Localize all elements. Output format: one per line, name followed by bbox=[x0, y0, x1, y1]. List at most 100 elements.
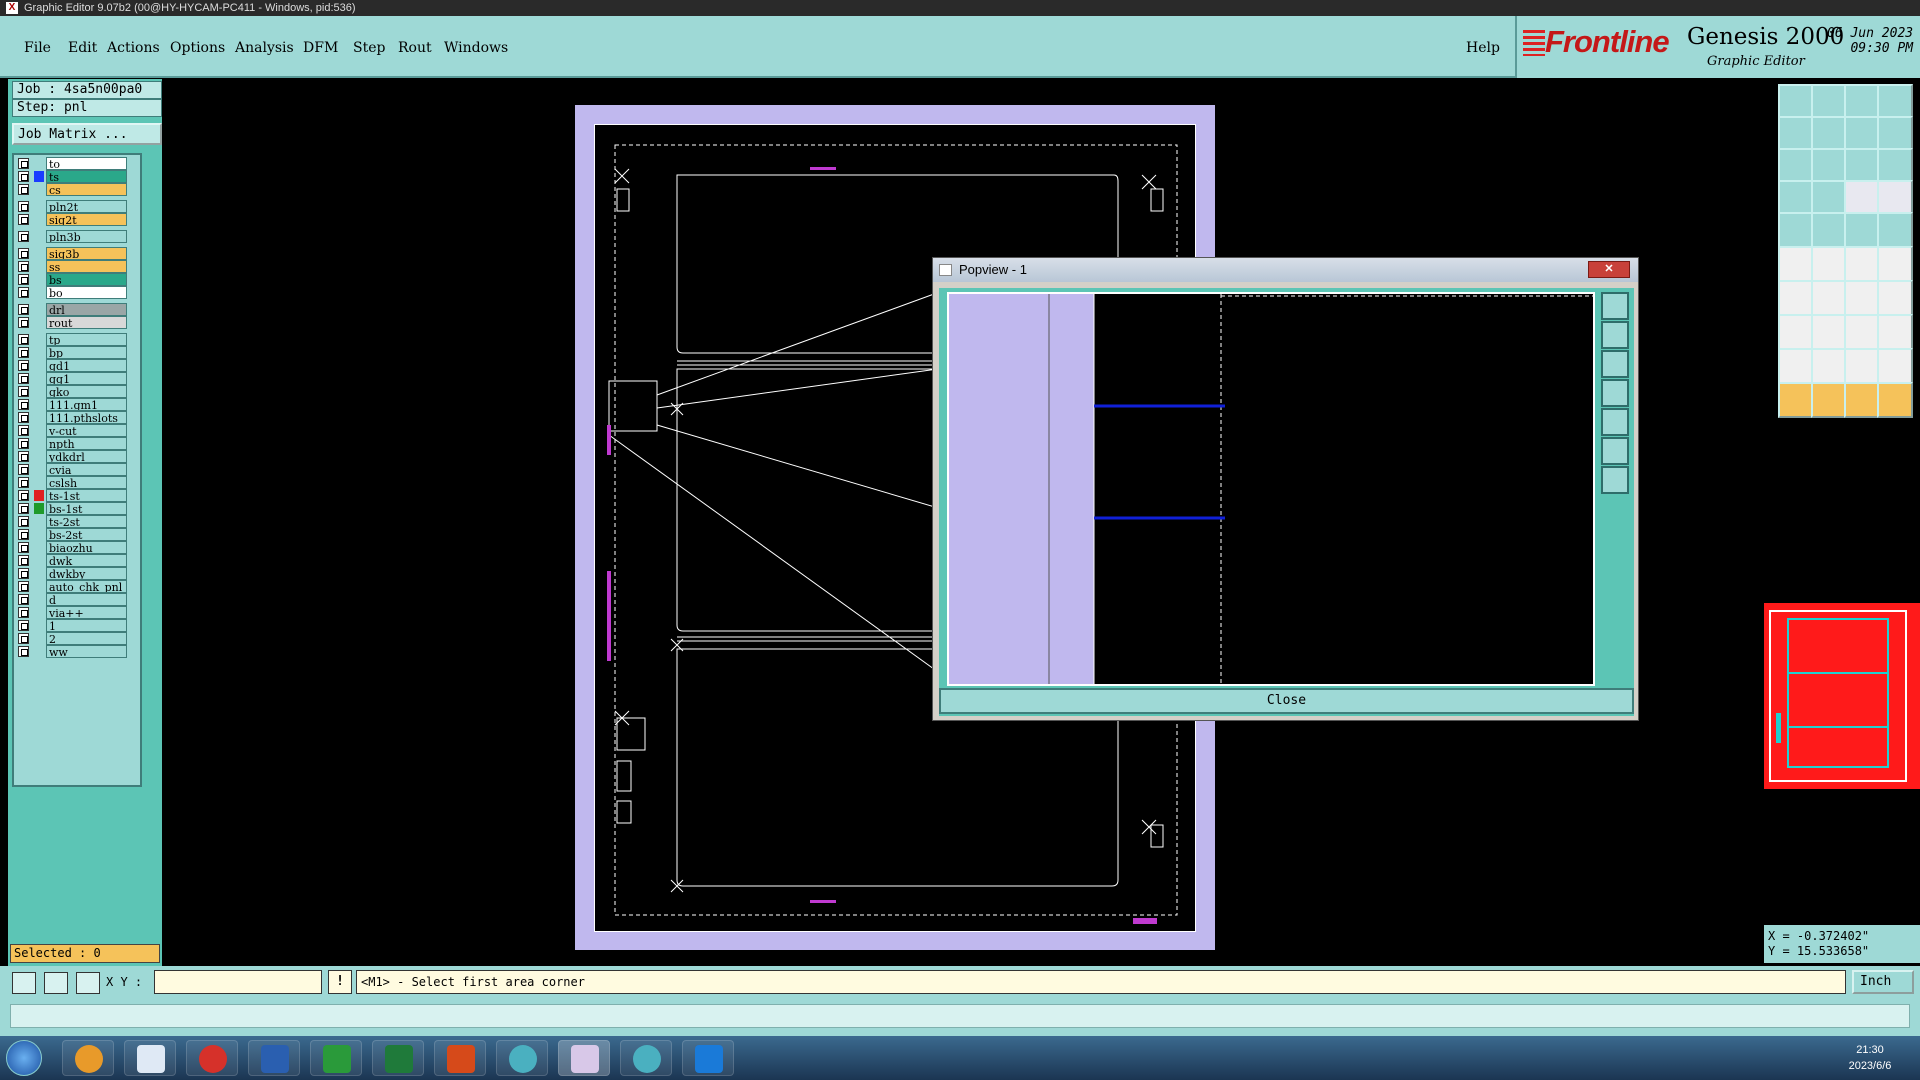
layer-name[interactable]: cslsh bbox=[46, 476, 127, 489]
layer-name[interactable]: cs bbox=[46, 183, 127, 196]
layer-name[interactable]: gko bbox=[46, 385, 127, 398]
poly2-icon[interactable] bbox=[1844, 348, 1880, 384]
layer-checkbox[interactable] bbox=[18, 581, 29, 592]
poly-icon[interactable] bbox=[1811, 348, 1847, 384]
open-step-icon[interactable] bbox=[1778, 84, 1814, 120]
poly3-icon[interactable] bbox=[1877, 348, 1913, 384]
layer-checkbox[interactable] bbox=[18, 386, 29, 397]
dot-icon[interactable] bbox=[1877, 212, 1913, 248]
layer-checkbox[interactable] bbox=[18, 360, 29, 371]
home-icon[interactable] bbox=[1844, 84, 1880, 120]
layer-name[interactable]: d bbox=[46, 593, 127, 606]
layer-name[interactable]: pln2t bbox=[46, 200, 127, 213]
shapes-icon[interactable] bbox=[1877, 314, 1913, 350]
layer-checkbox[interactable] bbox=[18, 438, 29, 449]
split-icon[interactable] bbox=[1877, 116, 1913, 152]
popview-close-icon[interactable]: ✕ bbox=[1588, 261, 1630, 278]
layer-name[interactable]: v-cut bbox=[46, 424, 127, 437]
pop-zoom-out-icon[interactable] bbox=[1601, 466, 1629, 494]
fit-icon[interactable] bbox=[1778, 148, 1814, 184]
layer-name[interactable]: ts-2st bbox=[46, 515, 127, 528]
layer-checkbox[interactable] bbox=[18, 347, 29, 358]
layer-checkbox[interactable] bbox=[18, 529, 29, 540]
layer-name[interactable]: 111.pthslots bbox=[46, 411, 127, 424]
copy-icon[interactable] bbox=[1877, 246, 1913, 282]
layer-checkbox[interactable] bbox=[18, 201, 29, 212]
layer-name[interactable]: bo bbox=[46, 286, 127, 299]
export-icon[interactable] bbox=[1811, 116, 1847, 152]
layer-name[interactable]: auto_chk_pnl bbox=[46, 580, 127, 593]
layer-row[interactable]: pln3b bbox=[16, 230, 140, 243]
pop-zoom-in-icon[interactable] bbox=[1601, 437, 1629, 465]
text-icon[interactable] bbox=[1877, 280, 1913, 316]
net-icon[interactable] bbox=[1844, 180, 1880, 216]
layer-row[interactable]: d bbox=[16, 593, 140, 606]
units-selector[interactable]: Inch bbox=[1852, 970, 1914, 994]
layer-row[interactable]: to bbox=[16, 157, 140, 170]
layer-name[interactable]: drl bbox=[46, 303, 127, 316]
taskbar-eye-icon[interactable] bbox=[496, 1040, 548, 1076]
window-icon[interactable] bbox=[1877, 84, 1913, 120]
layer-name[interactable]: ww bbox=[46, 645, 127, 658]
layer-checkbox[interactable] bbox=[18, 158, 29, 169]
layer-row[interactable]: bo bbox=[16, 286, 140, 299]
taskbar-eye2-icon[interactable] bbox=[620, 1040, 672, 1076]
layer-row[interactable]: gg1 bbox=[16, 372, 140, 385]
dash-icon[interactable] bbox=[1811, 314, 1847, 350]
taskbar-save-icon[interactable] bbox=[248, 1040, 300, 1076]
layer-row[interactable]: cs bbox=[16, 183, 140, 196]
taskbar-excel-icon[interactable] bbox=[372, 1040, 424, 1076]
layer-checkbox[interactable] bbox=[18, 451, 29, 462]
layer-row[interactable]: bs bbox=[16, 273, 140, 286]
taskbar-red-app-icon[interactable] bbox=[186, 1040, 238, 1076]
connect-icon[interactable] bbox=[1778, 246, 1814, 282]
save-step-icon[interactable] bbox=[1811, 84, 1847, 120]
layer-name[interactable]: ts bbox=[46, 170, 127, 183]
layer-row[interactable]: cslsh bbox=[16, 476, 140, 489]
layer-checkbox[interactable] bbox=[18, 261, 29, 272]
layer-name[interactable]: sig3b bbox=[46, 247, 127, 260]
layer-name[interactable]: dwk bbox=[46, 554, 127, 567]
layer-row[interactable]: gd1 bbox=[16, 359, 140, 372]
layer-checkbox[interactable] bbox=[18, 542, 29, 553]
layer-checkbox[interactable] bbox=[18, 171, 29, 182]
layer-row[interactable]: 111.gm1 bbox=[16, 398, 140, 411]
taskbar-office-icon[interactable] bbox=[434, 1040, 486, 1076]
one-to-one-icon[interactable] bbox=[1844, 148, 1880, 184]
xy-input[interactable] bbox=[154, 970, 322, 994]
arc-icon[interactable] bbox=[1844, 280, 1880, 316]
layer-name[interactable]: biaozhu bbox=[46, 541, 127, 554]
layer-checkbox[interactable] bbox=[18, 425, 29, 436]
undo-icon[interactable] bbox=[1844, 116, 1880, 152]
layer-row[interactable]: tp bbox=[16, 333, 140, 346]
job-matrix-button[interactable]: Job Matrix ... bbox=[12, 123, 162, 145]
pop-pan-down-icon[interactable] bbox=[1601, 350, 1629, 378]
layer-row[interactable]: dwkby bbox=[16, 567, 140, 580]
layer-row[interactable]: sig3b bbox=[16, 247, 140, 260]
layer-name[interactable]: bp bbox=[46, 346, 127, 359]
layer-row[interactable]: pln2t bbox=[16, 200, 140, 213]
snap-tool-icon[interactable] bbox=[1778, 180, 1814, 216]
menu-windows[interactable]: Windows bbox=[444, 40, 508, 56]
taskbar-shell-icon[interactable] bbox=[62, 1040, 114, 1076]
slash-icon[interactable] bbox=[1811, 280, 1847, 316]
cross-icon[interactable] bbox=[1811, 246, 1847, 282]
move-icon[interactable] bbox=[1844, 246, 1880, 282]
grid-tool-icon[interactable] bbox=[1811, 180, 1847, 216]
resize-icon[interactable] bbox=[1844, 314, 1880, 350]
pop-pan-left-icon[interactable] bbox=[1601, 379, 1629, 407]
layer-row[interactable]: 1 bbox=[16, 619, 140, 632]
layer-row[interactable]: ts bbox=[16, 170, 140, 183]
menu-edit[interactable]: Edit bbox=[68, 40, 97, 56]
menu-actions[interactable]: Actions bbox=[107, 40, 160, 56]
layer-row[interactable]: bp bbox=[16, 346, 140, 359]
layer-row[interactable]: gko bbox=[16, 385, 140, 398]
popview-close-button[interactable]: Close bbox=[939, 688, 1634, 714]
layer-row[interactable]: sig2t bbox=[16, 213, 140, 226]
taskbar-genesis-icon[interactable] bbox=[558, 1040, 610, 1076]
layer-row[interactable]: 111.pthslots bbox=[16, 411, 140, 424]
layer-row[interactable]: dwk bbox=[16, 554, 140, 567]
layer-row[interactable]: ydkdrl bbox=[16, 450, 140, 463]
measure-icon[interactable] bbox=[44, 972, 68, 994]
layer-checkbox[interactable] bbox=[18, 304, 29, 315]
